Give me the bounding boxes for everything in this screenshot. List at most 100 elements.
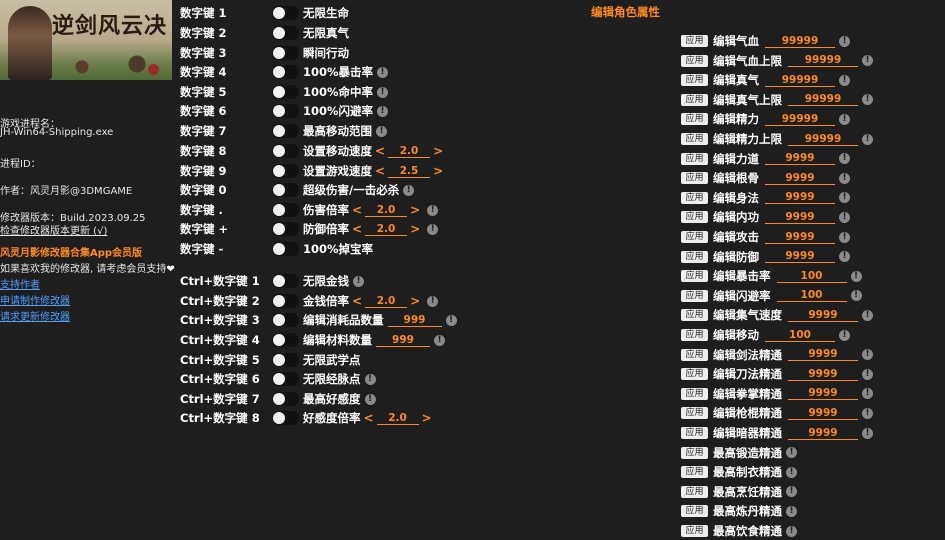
decrease-arrow[interactable]: <	[364, 411, 374, 425]
attribute-value-input[interactable]: 99999	[788, 54, 858, 68]
info-icon[interactable]: !	[862, 309, 873, 321]
apply-button[interactable]: 应用	[681, 54, 708, 67]
attribute-value-input[interactable]: 9999	[765, 152, 835, 166]
attribute-value-input[interactable]: 9999	[765, 191, 835, 205]
attribute-value-input[interactable]: 9999	[765, 172, 835, 185]
apply-button[interactable]: 应用	[681, 466, 708, 479]
info-icon[interactable]: !	[403, 184, 415, 196]
apply-button[interactable]: 应用	[681, 348, 708, 361]
info-icon[interactable]: !	[839, 192, 850, 204]
attribute-value-input[interactable]: 9999	[788, 427, 858, 440]
value-input[interactable]: 999	[376, 334, 431, 347]
info-icon[interactable]: !	[839, 329, 850, 341]
apply-button[interactable]: 应用	[681, 427, 708, 439]
apply-button[interactable]: 应用	[681, 113, 708, 126]
info-icon[interactable]: !	[839, 74, 850, 86]
apply-button[interactable]: 应用	[681, 309, 708, 322]
toggle-switch[interactable]	[272, 294, 299, 308]
value-input[interactable]: 2.5	[388, 165, 431, 178]
apply-button[interactable]: 应用	[681, 505, 708, 518]
attribute-value-input[interactable]: 99999	[788, 133, 858, 146]
increase-arrow[interactable]: >	[410, 203, 420, 217]
decrease-arrow[interactable]: <	[352, 294, 362, 308]
toggle-switch[interactable]	[272, 164, 299, 178]
apply-button[interactable]: 应用	[681, 152, 708, 165]
apply-button[interactable]: 应用	[681, 172, 708, 185]
toggle-switch[interactable]	[272, 411, 299, 425]
info-icon[interactable]: !	[445, 314, 457, 326]
apply-button[interactable]: 应用	[681, 525, 708, 537]
attribute-value-input[interactable]: 100	[765, 329, 835, 342]
toggle-switch[interactable]	[272, 144, 299, 158]
attribute-value-input[interactable]: 99999	[765, 74, 835, 87]
info-icon[interactable]: !	[377, 105, 389, 117]
info-icon[interactable]: !	[850, 270, 862, 282]
toggle-switch[interactable]	[272, 313, 299, 327]
request-trainer-link[interactable]: 申请制作修改器	[0, 292, 70, 307]
support-author-link[interactable]: 支持作者	[0, 276, 40, 291]
increase-arrow[interactable]: >	[410, 222, 420, 236]
value-input[interactable]: 2.0	[365, 204, 408, 217]
value-input[interactable]: 999	[387, 314, 442, 327]
info-icon[interactable]: !	[839, 211, 850, 223]
request-update-link[interactable]: 请求更新修改器	[0, 308, 70, 323]
attribute-value-input[interactable]: 9999	[765, 250, 835, 264]
attribute-value-input[interactable]: 9999	[765, 231, 835, 244]
info-icon[interactable]: !	[364, 373, 376, 385]
info-icon[interactable]: !	[434, 334, 446, 346]
apply-button[interactable]: 应用	[681, 446, 708, 459]
toggle-switch[interactable]	[272, 26, 299, 40]
toggle-switch[interactable]	[272, 203, 299, 217]
info-icon[interactable]: !	[839, 153, 850, 165]
info-icon[interactable]: !	[376, 125, 387, 137]
toggle-switch[interactable]	[272, 274, 299, 288]
attribute-value-input[interactable]: 99999	[765, 113, 835, 126]
attribute-value-input[interactable]: 9999	[765, 211, 835, 224]
toggle-switch[interactable]	[272, 392, 299, 406]
info-icon[interactable]: !	[862, 349, 873, 361]
attribute-value-input[interactable]: 9999	[788, 309, 858, 322]
info-icon[interactable]: !	[862, 55, 873, 67]
increase-arrow[interactable]: >	[422, 411, 432, 425]
info-icon[interactable]: !	[862, 427, 873, 439]
info-icon[interactable]: !	[353, 275, 364, 287]
attribute-value-input[interactable]: 99999	[765, 35, 835, 48]
increase-arrow[interactable]: >	[410, 294, 420, 308]
info-icon[interactable]: !	[839, 113, 850, 125]
value-input[interactable]: 2.0	[365, 223, 408, 236]
info-icon[interactable]: !	[786, 486, 797, 498]
apply-button[interactable]: 应用	[681, 387, 708, 400]
value-input[interactable]: 2.0	[365, 295, 408, 308]
toggle-switch[interactable]	[272, 333, 299, 347]
info-icon[interactable]: !	[377, 66, 389, 78]
attribute-value-input[interactable]: 9999	[788, 387, 858, 401]
apply-button[interactable]: 应用	[681, 74, 708, 87]
toggle-switch[interactable]	[272, 46, 299, 60]
apply-button[interactable]: 应用	[681, 270, 708, 283]
attribute-value-input[interactable]: 9999	[788, 348, 858, 362]
toggle-switch[interactable]	[272, 242, 299, 256]
toggle-switch[interactable]	[272, 6, 299, 20]
toggle-switch[interactable]	[272, 104, 299, 118]
attribute-value-input[interactable]: 100	[776, 289, 847, 303]
promo-link[interactable]: 风灵月影修改器合集App会员版	[0, 244, 142, 259]
toggle-switch[interactable]	[272, 65, 299, 79]
info-icon[interactable]: !	[862, 133, 873, 145]
info-icon[interactable]: !	[850, 290, 862, 302]
info-icon[interactable]: !	[786, 447, 797, 459]
decrease-arrow[interactable]: <	[352, 222, 362, 236]
apply-button[interactable]: 应用	[681, 368, 708, 381]
toggle-switch[interactable]	[272, 372, 299, 386]
apply-button[interactable]: 应用	[681, 485, 708, 498]
attribute-value-input[interactable]: 100	[776, 270, 847, 283]
attribute-value-input[interactable]: 9999	[788, 368, 858, 381]
apply-button[interactable]: 应用	[681, 289, 708, 302]
attribute-value-input[interactable]: 9999	[788, 407, 858, 420]
info-icon[interactable]: !	[839, 251, 850, 263]
apply-button[interactable]: 应用	[681, 133, 708, 145]
info-icon[interactable]: !	[862, 407, 873, 419]
decrease-arrow[interactable]: <	[375, 144, 385, 158]
info-icon[interactable]: !	[377, 86, 389, 98]
info-icon[interactable]: !	[786, 505, 797, 517]
value-input[interactable]: 2.0	[376, 412, 419, 425]
